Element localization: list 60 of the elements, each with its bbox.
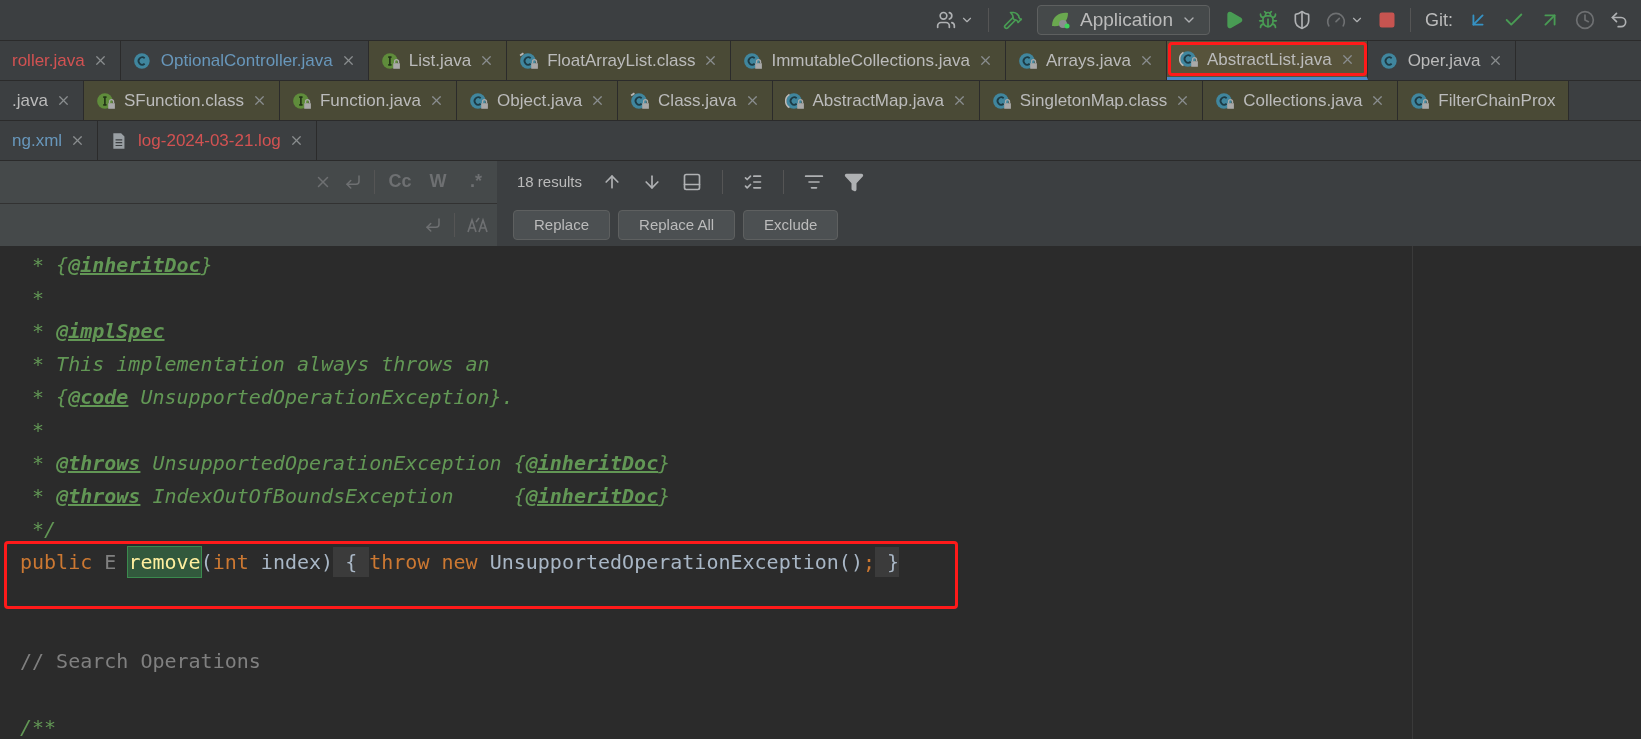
interface-icon	[291, 91, 312, 110]
find-action-button[interactable]: Exclude	[743, 209, 839, 240]
editor-tab[interactable]: Arrays.java	[1005, 41, 1167, 80]
editor-tab[interactable]: SingletonMap.class	[979, 81, 1204, 120]
editor-tab[interactable]: SFunction.class	[83, 81, 280, 120]
code-line: *	[31, 416, 46, 444]
class-icon	[1178, 50, 1199, 68]
shield-icon[interactable]	[1292, 10, 1312, 30]
class-icon	[784, 91, 805, 110]
filter-icon[interactable]	[844, 172, 865, 193]
replace-field[interactable]	[0, 203, 497, 246]
run-config-dropdown[interactable]: Application	[1037, 5, 1210, 35]
preserve-case-icon[interactable]	[467, 215, 489, 234]
git-label: Git:	[1425, 8, 1453, 32]
editor-tab[interactable]: Class.java	[618, 81, 773, 120]
clock-icon[interactable]	[1575, 10, 1595, 30]
editor-tab[interactable]: ImmutableCollections.java	[731, 41, 1006, 80]
code-line: * @throws UnsupportedOperationException {@inheritDoc}	[31, 449, 672, 477]
code-line: // Search Operations	[19, 647, 262, 675]
undo-icon[interactable]	[1609, 10, 1629, 30]
class-icon	[1410, 91, 1431, 110]
interface-icon	[95, 91, 116, 110]
editor-tab[interactable]: AbstractMap.java	[772, 81, 980, 120]
code-line: public E remove(int index) { throw new UnsupportedOperationException(); }	[0, 545, 1412, 578]
user-icon[interactable]	[936, 10, 957, 30]
editor-tab[interactable]: FloatArrayList.class	[507, 41, 732, 80]
class-icon	[743, 51, 764, 70]
class-icon	[1379, 51, 1400, 70]
find-action-button[interactable]: Replace All	[618, 209, 736, 240]
class-icon	[991, 91, 1012, 110]
find-action-button[interactable]: Replace	[513, 209, 611, 240]
class-icon	[630, 91, 651, 110]
hammer-icon[interactable]	[1003, 10, 1024, 30]
editor-tab[interactable]: Function.java	[279, 81, 458, 120]
code-line: /**	[19, 713, 58, 739]
code-line: * {@inheritDoc}	[31, 251, 214, 279]
editor-tab[interactable]: List.java	[368, 41, 508, 80]
result-count: 18 results	[516, 172, 583, 192]
gauge-icon[interactable]	[1326, 10, 1346, 30]
interface-icon	[380, 51, 401, 70]
bug-icon[interactable]	[1258, 10, 1278, 30]
code-line: * @throws IndexOutOfBoundsException {@inheritDoc}	[31, 482, 672, 510]
code-line: * {@code UnsupportedOperationException}.	[31, 383, 515, 411]
editor-tab[interactable]: Collections.java	[1203, 81, 1399, 120]
class-icon	[519, 51, 540, 70]
newline-icon[interactable]	[424, 215, 442, 234]
editor-tab[interactable]: FilterChainProx	[1398, 81, 1569, 120]
class-icon	[1215, 91, 1236, 110]
code-line: *	[31, 284, 46, 312]
stop-icon[interactable]	[1378, 11, 1396, 29]
code-line: * @implSpec	[31, 317, 166, 345]
class-icon	[1017, 51, 1038, 70]
newline-icon[interactable]	[344, 172, 362, 191]
editor-tab[interactable]: Object.java	[457, 81, 619, 120]
class-icon	[132, 51, 153, 70]
code-line: * This implementation always throws an	[31, 350, 491, 378]
class-icon	[469, 91, 490, 110]
code-line: */	[31, 515, 58, 543]
run-icon[interactable]	[1224, 10, 1244, 30]
panel-icon[interactable]	[682, 172, 703, 193]
